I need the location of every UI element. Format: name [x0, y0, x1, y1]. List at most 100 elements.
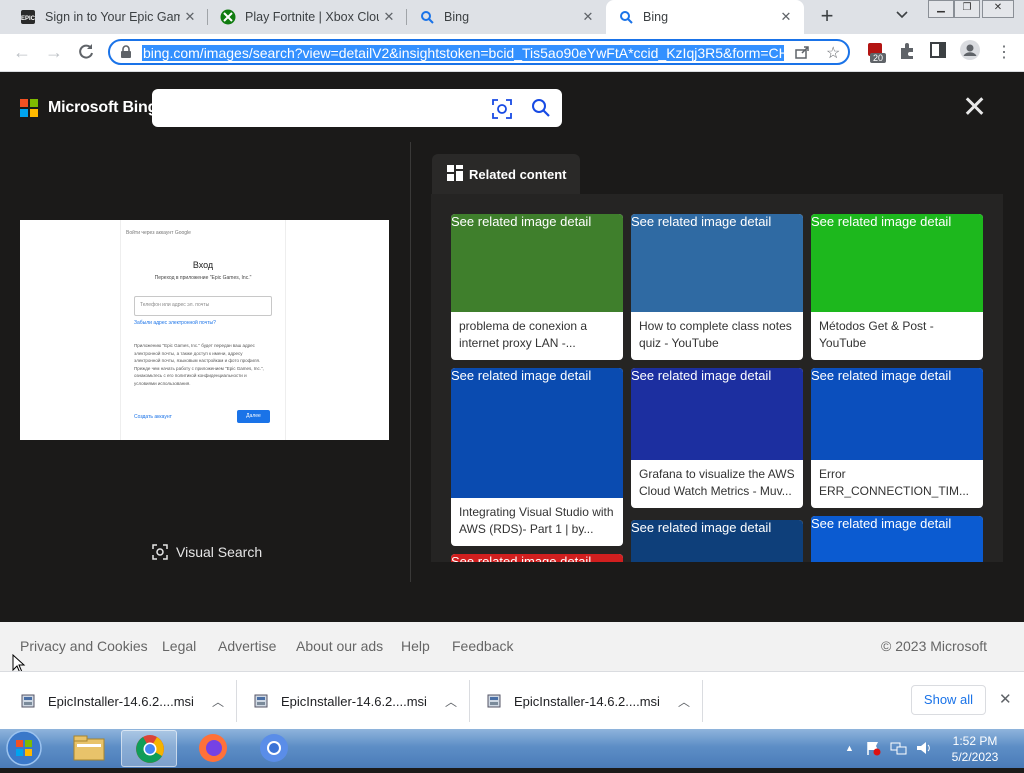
footer-link-privacy[interactable]: Privacy and Cookies [20, 638, 148, 654]
chevron-up-icon[interactable]: ︿ [212, 693, 224, 710]
related-image-card[interactable]: See related image detail Integrating Vis… [451, 368, 623, 546]
related-image-thumb[interactable]: See related image detail [811, 516, 983, 562]
search-icon [618, 9, 634, 25]
window-close-button[interactable]: ✕ [982, 0, 1014, 18]
tab-title: Bing [643, 10, 669, 24]
related-image-thumb[interactable]: See related image detail [631, 368, 803, 460]
close-downloads-icon[interactable]: ✕ [999, 690, 1012, 708]
show-all-button[interactable]: Show all [911, 685, 986, 715]
show-hidden-icons-icon[interactable]: ▲ [845, 743, 854, 753]
chevron-up-icon[interactable]: ︿ [445, 693, 457, 710]
footer-bar: Privacy and Cookies Legal Advertise Abou… [0, 622, 1024, 671]
related-image-thumb[interactable]: See related image detail [811, 214, 983, 312]
related-content-panel: Related content See related image detail… [411, 142, 1024, 582]
browser-menu-icon[interactable]: ⋮ [996, 42, 1012, 62]
bing-search-box[interactable] [152, 89, 562, 127]
new-tab-button[interactable]: + [815, 5, 839, 29]
tab-title: Play Fortnite | Xbox Cloud [245, 10, 379, 24]
search-icon[interactable] [531, 98, 551, 123]
visual-search-button[interactable]: Visual Search [152, 544, 262, 560]
related-image-card[interactable]: See related image detail [451, 554, 623, 562]
close-tab-icon[interactable]: ✕ [379, 9, 399, 25]
reload-button[interactable] [77, 43, 95, 64]
related-image-caption[interactable]: Error ERR_CONNECTION_TIM... [811, 460, 983, 508]
profile-avatar-icon[interactable] [960, 40, 980, 65]
volume-icon[interactable] [915, 740, 933, 761]
related-image-caption[interactable]: Integrating Visual Studio with AWS (RDS)… [451, 498, 623, 546]
close-tab-icon[interactable]: ✕ [776, 9, 796, 25]
xbox-icon [220, 9, 236, 25]
related-image-card[interactable]: See related image detail problema de con… [451, 214, 623, 360]
related-image-card[interactable]: See related image detail [631, 520, 803, 562]
bing-search-input[interactable] [162, 97, 486, 121]
action-center-flag-icon[interactable] [865, 740, 881, 761]
footer-link-advertise[interactable]: Advertise [218, 638, 276, 654]
side-panel-icon[interactable] [930, 42, 946, 63]
preview-input: Телефон или адрес эл. почты [134, 296, 272, 316]
preview-image[interactable]: Войти через аккаунт Google Вход Переход … [20, 220, 389, 440]
footer-link-help[interactable]: Help [401, 638, 430, 654]
related-image-caption[interactable]: How to complete class notes quiz - YouTu… [631, 312, 803, 360]
maximize-button[interactable]: ❐ [954, 0, 980, 18]
chevron-up-icon[interactable]: ︿ [678, 693, 690, 710]
forward-button[interactable]: → [45, 43, 63, 61]
related-image-thumb[interactable]: See related image detail [451, 554, 623, 562]
related-image-thumb[interactable]: See related image detail [631, 214, 803, 312]
related-image-card[interactable]: See related image detail [811, 516, 983, 562]
chrome-taskbar-icon[interactable] [121, 730, 177, 767]
related-image-card[interactable]: See related image detail Grafana to visu… [631, 368, 803, 508]
download-item[interactable]: EpicInstaller-14.6.2....msi ︿ [486, 672, 690, 730]
tab-bing-active[interactable]: Bing ✕ [606, 0, 804, 34]
share-icon[interactable] [794, 44, 810, 65]
close-tab-icon[interactable]: ✕ [180, 9, 200, 25]
clock-time[interactable]: 1:52 PM [940, 734, 1010, 748]
footer-link-legal[interactable]: Legal [162, 638, 196, 654]
footer-link-about-ads[interactable]: About our ads [296, 638, 383, 654]
related-image-card[interactable]: See related image detail Métodos Get & P… [811, 214, 983, 360]
extension-badge: 20 [870, 53, 887, 63]
back-button[interactable]: ← [13, 43, 31, 61]
footer-link-feedback[interactable]: Feedback [452, 638, 513, 654]
tab-xbox-cloud[interactable]: Play Fortnite | Xbox Cloud ✕ [208, 0, 407, 34]
tab-epic-signin[interactable]: EPIC Sign in to Your Epic Games ✕ [8, 0, 208, 34]
minimize-button[interactable]: ▁ [928, 0, 954, 18]
related-images-grid: See related image detail problema de con… [431, 194, 1003, 562]
address-bar[interactable]: bing.com/images/search?view=detailV2&ins… [108, 39, 850, 65]
download-filename: EpicInstaller-14.6.2....msi [514, 693, 660, 709]
installer-file-icon [486, 693, 502, 709]
bing-logo[interactable]: Microsoft Bing [48, 99, 157, 117]
related-image-thumb[interactable]: See related image detail [451, 368, 623, 498]
preview-google-line: Войти через аккаунт Google [126, 230, 191, 236]
clock-date[interactable]: 5/2/2023 [940, 750, 1010, 764]
chromium-icon[interactable] [246, 730, 302, 767]
related-image-card[interactable]: See related image detail Error ERR_CONNE… [811, 368, 983, 508]
visual-search-icon[interactable] [492, 99, 512, 124]
browser-toolbar: ← → bing.com/images/search?view=detailV2… [0, 34, 1024, 72]
preview-subheading: Переход в приложение "Epic Games, Inc." [154, 275, 252, 281]
url-text[interactable]: bing.com/images/search?view=detailV2&ins… [142, 44, 784, 62]
related-image-thumb[interactable]: See related image detail [811, 368, 983, 460]
related-image-thumb[interactable]: See related image detail [451, 214, 623, 312]
related-image-caption[interactable]: Grafana to visualize the AWS Cloud Watch… [631, 460, 803, 508]
preview-next-button: Далее [237, 410, 270, 423]
related-content-tab[interactable]: Related content [432, 154, 580, 194]
start-button[interactable] [4, 729, 44, 773]
tab-bing-1[interactable]: Bing ✕ [407, 0, 606, 34]
related-image-caption[interactable]: Métodos Get & Post - YouTube [811, 312, 983, 360]
download-item[interactable]: EpicInstaller-14.6.2....msi ︿ [253, 672, 457, 730]
network-icon[interactable] [890, 740, 908, 761]
file-explorer-icon[interactable] [61, 730, 117, 767]
related-image-thumb[interactable]: See related image detail [631, 520, 803, 562]
download-item[interactable]: EpicInstaller-14.6.2....msi ︿ [20, 672, 224, 730]
firefox-icon[interactable] [185, 730, 241, 767]
related-image-caption[interactable]: problema de conexion a internet proxy LA… [451, 312, 623, 360]
lock-icon[interactable] [120, 45, 132, 64]
tab-search-chevron-icon[interactable] [896, 8, 908, 22]
extensions-puzzle-icon[interactable] [898, 42, 916, 65]
related-image-card[interactable]: See related image detail How to complete… [631, 214, 803, 360]
bookmark-star-icon[interactable]: ☆ [826, 43, 840, 63]
close-tab-icon[interactable]: ✕ [578, 9, 598, 25]
tab-strip: EPIC Sign in to Your Epic Games ✕ Play F… [0, 0, 1024, 34]
close-detail-button[interactable]: ✕ [962, 93, 987, 123]
preview-body: Приложению "Epic Games, Inc." будет пере… [134, 343, 264, 386]
